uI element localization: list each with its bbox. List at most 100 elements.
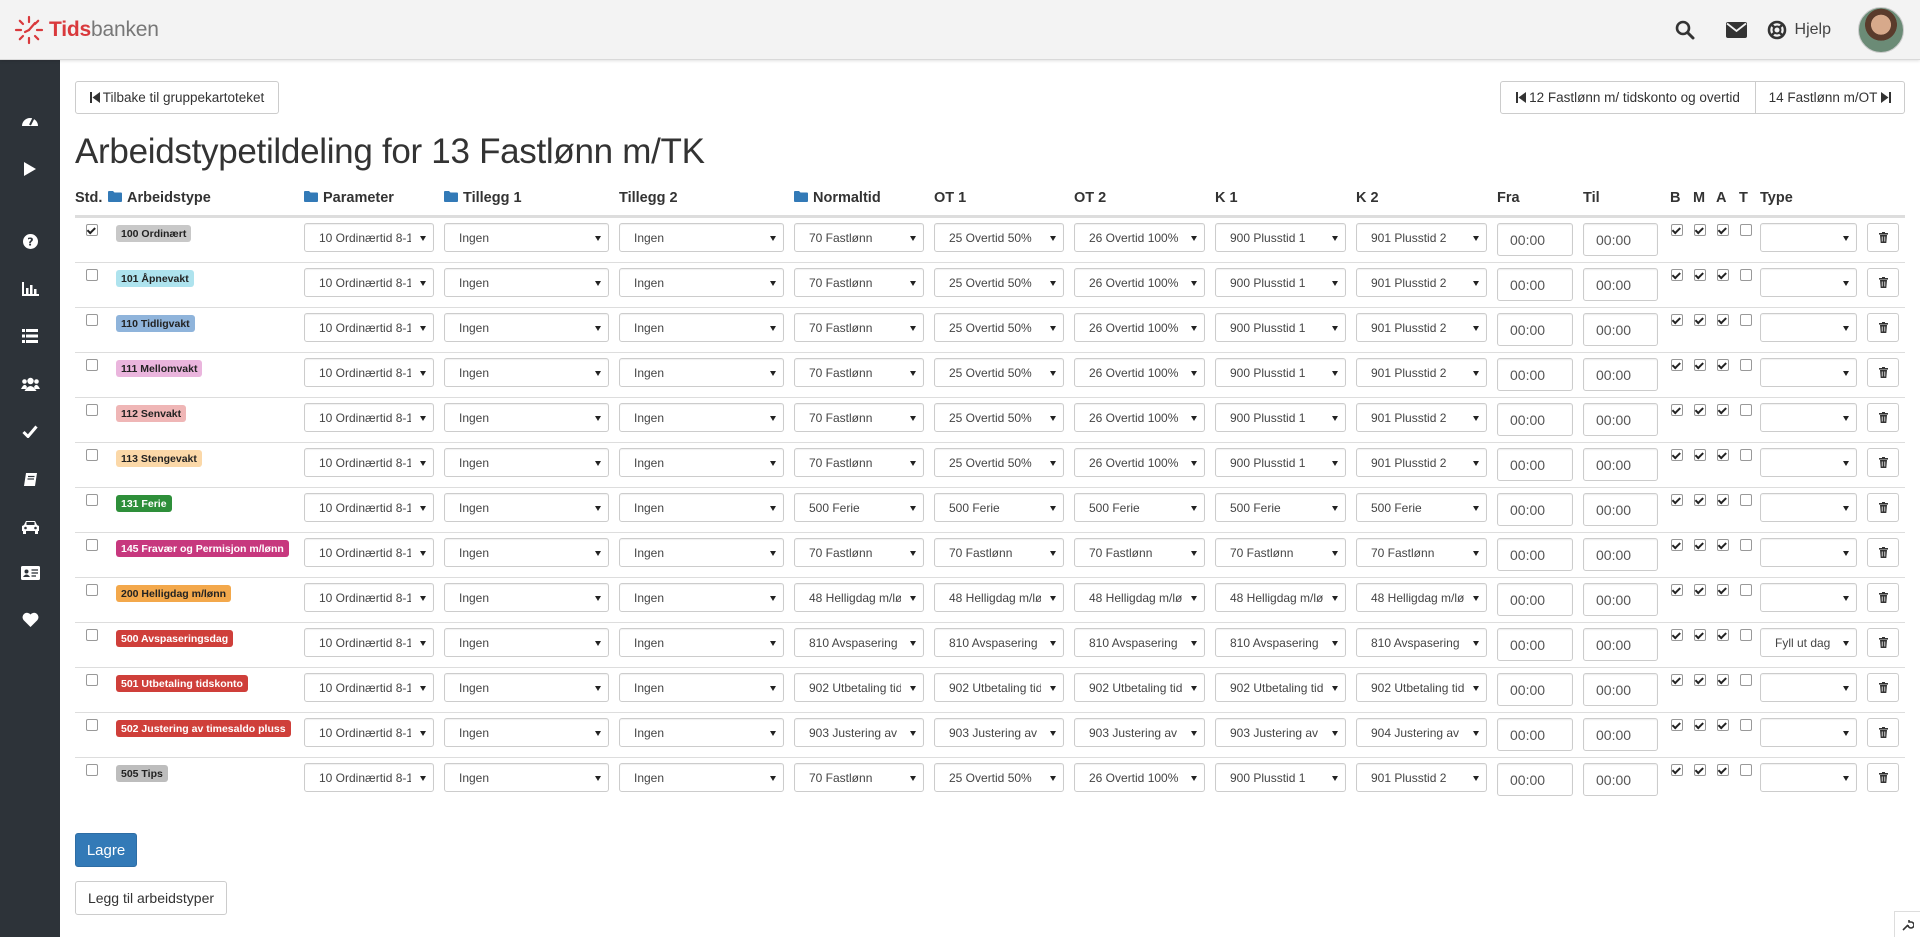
m-checkbox[interactable]: [1694, 629, 1706, 641]
back-to-group-button[interactable]: Tilbake til gruppekartoteket: [75, 81, 279, 114]
previous-group-button[interactable]: 12 Fastlønn m/ tidskonto og overtid: [1500, 81, 1756, 114]
parameter-select[interactable]: 10 Ordinærtid 8-16: [304, 268, 434, 297]
t-checkbox[interactable]: [1740, 719, 1752, 731]
tillegg1-select[interactable]: Ingen: [444, 718, 609, 747]
tillegg1-select[interactable]: Ingen: [444, 583, 609, 612]
default-checkbox[interactable]: [86, 449, 98, 461]
ot1-select[interactable]: 70 Fastlønn: [934, 538, 1064, 567]
normaltid-select[interactable]: 70 Fastlønn: [794, 358, 924, 387]
m-checkbox[interactable]: [1694, 719, 1706, 731]
logo[interactable]: Tidsbanken: [13, 14, 159, 46]
envelope-icon[interactable]: [1711, 0, 1763, 60]
m-checkbox[interactable]: [1694, 584, 1706, 596]
m-checkbox[interactable]: [1694, 674, 1706, 686]
k1-select[interactable]: 902 Utbetaling tidskonto: [1215, 673, 1346, 702]
fra-time-input[interactable]: 00:00: [1497, 538, 1573, 571]
k2-select[interactable]: 904 Justering av: [1356, 718, 1487, 747]
k2-select[interactable]: 48 Helligdag m/lønn: [1356, 583, 1487, 612]
ot2-select[interactable]: 26 Overtid 100%: [1074, 763, 1205, 792]
normaltid-select[interactable]: 70 Fastlønn: [794, 448, 924, 477]
t-checkbox[interactable]: [1740, 494, 1752, 506]
til-time-input[interactable]: 00:00: [1583, 538, 1658, 571]
type-select[interactable]: [1760, 358, 1857, 387]
a-checkbox[interactable]: [1717, 269, 1729, 281]
parameter-select[interactable]: 10 Ordinærtid 8-16: [304, 358, 434, 387]
ot2-select[interactable]: 500 Ferie: [1074, 493, 1205, 522]
tillegg2-select[interactable]: Ingen: [619, 538, 784, 567]
parameter-select[interactable]: 10 Ordinærtid 8-16: [304, 583, 434, 612]
ot1-select[interactable]: 25 Overtid 50%: [934, 268, 1064, 297]
t-checkbox[interactable]: [1740, 449, 1752, 461]
til-time-input[interactable]: 00:00: [1583, 718, 1658, 751]
delete-row-button[interactable]: [1867, 538, 1899, 567]
a-checkbox[interactable]: [1717, 719, 1729, 731]
b-checkbox[interactable]: [1671, 584, 1683, 596]
sidebar-item-book[interactable]: [0, 461, 60, 497]
k2-select[interactable]: 902 Utbetaling tidskonto: [1356, 673, 1487, 702]
default-checkbox[interactable]: [86, 584, 98, 596]
type-select[interactable]: Fyll ut dag: [1760, 628, 1857, 657]
default-checkbox[interactable]: [86, 404, 98, 416]
b-checkbox[interactable]: [1671, 359, 1683, 371]
tillegg1-select[interactable]: Ingen: [444, 628, 609, 657]
b-checkbox[interactable]: [1671, 719, 1683, 731]
tillegg1-select[interactable]: Ingen: [444, 763, 609, 792]
tillegg2-select[interactable]: Ingen: [619, 313, 784, 342]
type-select[interactable]: [1760, 718, 1857, 747]
default-checkbox[interactable]: [86, 269, 98, 281]
search-icon[interactable]: [1659, 0, 1711, 60]
a-checkbox[interactable]: [1717, 674, 1729, 686]
delete-row-button[interactable]: [1867, 493, 1899, 522]
type-select[interactable]: [1760, 673, 1857, 702]
k1-select[interactable]: 500 Ferie: [1215, 493, 1346, 522]
default-checkbox[interactable]: [86, 359, 98, 371]
til-time-input[interactable]: 00:00: [1583, 763, 1658, 796]
default-checkbox[interactable]: [86, 674, 98, 686]
sidebar-item-list[interactable]: [0, 318, 60, 354]
til-time-input[interactable]: 00:00: [1583, 223, 1658, 256]
m-checkbox[interactable]: [1694, 494, 1706, 506]
t-checkbox[interactable]: [1740, 269, 1752, 281]
parameter-select[interactable]: 10 Ordinærtid 8-16: [304, 448, 434, 477]
fra-time-input[interactable]: 00:00: [1497, 493, 1573, 526]
ot1-select[interactable]: 903 Justering av: [934, 718, 1064, 747]
k2-select[interactable]: 500 Ferie: [1356, 493, 1487, 522]
fra-time-input[interactable]: 00:00: [1497, 223, 1573, 256]
delete-row-button[interactable]: [1867, 628, 1899, 657]
m-checkbox[interactable]: [1694, 449, 1706, 461]
column-header-arbeidstype[interactable]: Arbeidstype: [108, 186, 211, 210]
ot2-select[interactable]: 48 Helligdag m/lønn: [1074, 583, 1205, 612]
parameter-select[interactable]: 10 Ordinærtid 8-16: [304, 673, 434, 702]
type-select[interactable]: [1760, 538, 1857, 567]
k2-select[interactable]: 810 Avspasering: [1356, 628, 1487, 657]
a-checkbox[interactable]: [1717, 314, 1729, 326]
next-group-button[interactable]: 14 Fastlønn m/OT: [1755, 81, 1905, 114]
tillegg1-select[interactable]: Ingen: [444, 493, 609, 522]
fra-time-input[interactable]: 00:00: [1497, 268, 1573, 301]
tillegg2-select[interactable]: Ingen: [619, 583, 784, 612]
ot2-select[interactable]: 810 Avspasering: [1074, 628, 1205, 657]
fra-time-input[interactable]: 00:00: [1497, 763, 1573, 796]
k2-select[interactable]: 901 Plusstid 2: [1356, 403, 1487, 432]
k1-select[interactable]: 900 Plusstid 1: [1215, 313, 1346, 342]
a-checkbox[interactable]: [1717, 359, 1729, 371]
type-select[interactable]: [1760, 493, 1857, 522]
delete-row-button[interactable]: [1867, 358, 1899, 387]
normaltid-select[interactable]: 70 Fastlønn: [794, 403, 924, 432]
a-checkbox[interactable]: [1717, 584, 1729, 596]
fra-time-input[interactable]: 00:00: [1497, 673, 1573, 706]
a-checkbox[interactable]: [1717, 764, 1729, 776]
k1-select[interactable]: 903 Justering av: [1215, 718, 1346, 747]
normaltid-select[interactable]: 902 Utbetaling tidskonto: [794, 673, 924, 702]
delete-row-button[interactable]: [1867, 673, 1899, 702]
ot2-select[interactable]: 70 Fastlønn: [1074, 538, 1205, 567]
a-checkbox[interactable]: [1717, 449, 1729, 461]
til-time-input[interactable]: 00:00: [1583, 628, 1658, 661]
normaltid-select[interactable]: 500 Ferie: [794, 493, 924, 522]
ot1-select[interactable]: 25 Overtid 50%: [934, 403, 1064, 432]
ot1-select[interactable]: 48 Helligdag m/lønn: [934, 583, 1064, 612]
k1-select[interactable]: 810 Avspasering: [1215, 628, 1346, 657]
default-checkbox[interactable]: [86, 224, 98, 236]
a-checkbox[interactable]: [1717, 539, 1729, 551]
k2-select[interactable]: 901 Plusstid 2: [1356, 448, 1487, 477]
